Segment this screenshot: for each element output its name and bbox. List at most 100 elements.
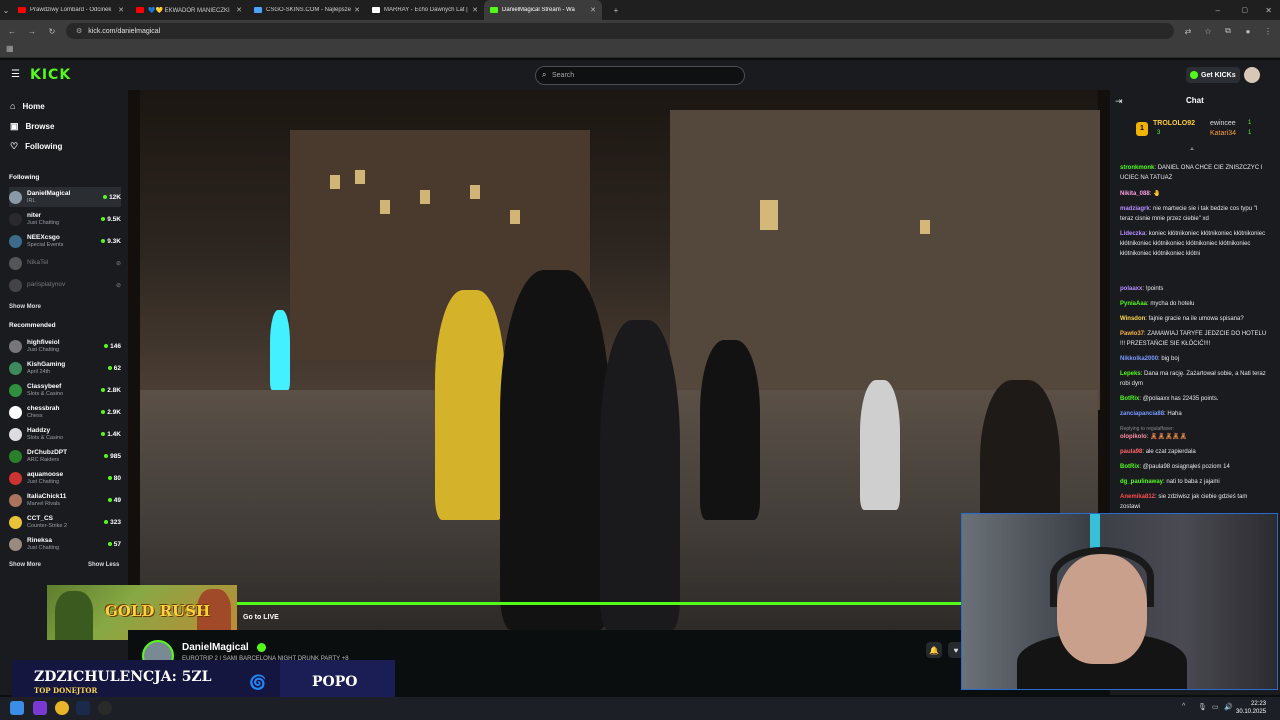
- sidebar-channel[interactable]: CCT_CS Counter-Strike 2 323: [9, 512, 121, 532]
- profile-icon[interactable]: ●: [1242, 27, 1254, 36]
- notification-bell-icon[interactable]: 🔔: [926, 642, 942, 658]
- forward-icon[interactable]: →: [26, 27, 38, 36]
- channel-category: Just Chatting: [27, 346, 60, 353]
- sidebar-channel[interactable]: DanielMagical IRL 12K: [9, 187, 121, 207]
- sidebar-channel[interactable]: Rineksa Just Chatting 57: [9, 534, 121, 554]
- chat-username[interactable]: madziagrk: [1120, 206, 1150, 212]
- tab-search-icon[interactable]: ⌄: [0, 6, 12, 15]
- kick-logo[interactable]: KICK: [30, 67, 71, 83]
- chat-username[interactable]: Anemika812: [1120, 494, 1155, 500]
- person-white-shirt: [860, 380, 900, 510]
- back-icon[interactable]: ←: [6, 27, 18, 36]
- chat-username[interactable]: BotRix: [1120, 464, 1139, 470]
- tab-close-icon[interactable]: ✕: [590, 6, 596, 14]
- show-more-recommended-button[interactable]: Show More: [9, 562, 41, 568]
- reload-icon[interactable]: ↻: [46, 27, 58, 36]
- chat-username[interactable]: Nikkolka2000: [1120, 356, 1158, 362]
- sidebar-nav-label: Browse: [25, 122, 55, 131]
- steam-taskbar-icon[interactable]: [76, 701, 90, 715]
- streamer-name[interactable]: DanielMagical: [182, 642, 249, 653]
- channel-avatar: [9, 537, 22, 551]
- sidebar-channel[interactable]: aquamoose Just Chatting 80: [9, 468, 121, 488]
- browser-tab[interactable]: CSGO-SKINS.COM - Najlepsze ✕: [248, 0, 366, 20]
- collapse-chat-icon[interactable]: ⇥: [1115, 96, 1123, 107]
- sidebar-channel[interactable]: ItaliaChick11 Marvel Rivals 49: [9, 490, 121, 510]
- site-info-icon[interactable]: ⚙: [76, 27, 82, 35]
- new-tab-button[interactable]: +: [610, 6, 622, 15]
- tab-favicon-icon: [254, 7, 262, 13]
- tab-close-icon[interactable]: ✕: [472, 6, 478, 14]
- sidebar-channel[interactable]: niter Just Chatting 9.5K: [9, 209, 121, 229]
- live-progress-bar[interactable]: [140, 602, 962, 605]
- gifter-3-name[interactable]: Katari34: [1210, 130, 1236, 137]
- chat-username[interactable]: Winsdon: [1120, 316, 1145, 322]
- search-input[interactable]: ⌕ Search: [535, 66, 745, 85]
- minimize-icon[interactable]: –: [1216, 6, 1220, 15]
- chat-username[interactable]: Lideczka: [1120, 231, 1145, 237]
- top-gifter-name[interactable]: TROLOLO92: [1153, 120, 1195, 127]
- chat-title: Chat: [1186, 96, 1204, 105]
- channel-category: Special Events: [27, 241, 64, 248]
- chat-username[interactable]: PyniaAaa: [1120, 301, 1147, 307]
- gifter-2-count: 1: [1248, 120, 1252, 126]
- sidebar-channel[interactable]: chessbrah Chess 2.9K: [9, 402, 121, 422]
- sidebar-nav-browse[interactable]: ▣ Browse: [10, 121, 54, 132]
- chat-username[interactable]: BotRix: [1120, 396, 1139, 402]
- get-kicks-button[interactable]: Get KICKs: [1186, 67, 1240, 83]
- tab-close-icon[interactable]: ✕: [236, 6, 242, 14]
- chat-username[interactable]: stronkmonk: [1120, 165, 1154, 171]
- sidebar-nav-home[interactable]: ⌂ Home: [10, 101, 45, 111]
- hamburger-menu-icon[interactable]: ☰: [11, 69, 20, 80]
- sidebar-channel[interactable]: KishGaming April 24th 62: [9, 358, 121, 378]
- gifter-2-name[interactable]: ewincee: [1210, 120, 1236, 127]
- taskbar-app-icon[interactable]: [33, 701, 47, 715]
- go-to-live-button[interactable]: Go to LIVE: [243, 614, 279, 621]
- close-window-icon[interactable]: ✕: [1265, 6, 1272, 15]
- browser-tab[interactable]: MARRAY - Echo Dawnych Lat | ✕: [366, 0, 484, 20]
- maximize-icon[interactable]: ▢: [1241, 6, 1248, 14]
- show-more-following-button[interactable]: Show More: [9, 304, 41, 310]
- extensions-icon[interactable]: ⧉: [1222, 26, 1234, 36]
- show-less-button[interactable]: Show Less: [88, 562, 119, 568]
- sidebar-channel[interactable]: NikaTel ⊘: [9, 253, 121, 273]
- browser-tab[interactable]: Prawdziwy Lombard - Odcinek ✕: [12, 0, 130, 20]
- network-icon[interactable]: ▭: [1212, 703, 1219, 711]
- sidebar-channel[interactable]: Haddzy Slots & Casino 1.4K: [9, 424, 121, 444]
- recommended-section-title: Recommended: [9, 322, 56, 329]
- chat-username[interactable]: Lepeks: [1120, 371, 1141, 377]
- browser-tab[interactable]: DanielMagical Stream - Wa ✕: [484, 0, 602, 20]
- expand-pinned-icon[interactable]: ⩡: [1190, 146, 1194, 154]
- sidebar-channel[interactable]: Classybeef Slots & Casino 2.8K: [9, 380, 121, 400]
- user-avatar[interactable]: [1244, 67, 1260, 83]
- viewer-count: 2.8K: [101, 387, 121, 394]
- apps-grid-icon[interactable]: ▦: [6, 44, 14, 53]
- sidebar-channel[interactable]: DrChubzDPT ARC Raiders 985: [9, 446, 121, 466]
- url-input[interactable]: ⚙ kick.com/danielmagical: [66, 23, 1174, 39]
- translate-icon[interactable]: ⇄: [1182, 27, 1194, 36]
- volume-icon[interactable]: 🔊: [1224, 703, 1233, 711]
- tab-close-icon[interactable]: ✕: [354, 6, 360, 14]
- chat-username[interactable]: paula98: [1120, 449, 1142, 455]
- chat-username[interactable]: Nikita_088: [1120, 191, 1150, 197]
- sidebar-channel[interactable]: parisplatynov ⊘: [9, 275, 121, 295]
- sidebar-channel[interactable]: highfiveiol Just Chatting 146: [9, 336, 121, 356]
- tray-chevron-icon[interactable]: ^: [1182, 703, 1185, 710]
- chat-text: @polaaxx has 22435 points.: [1142, 396, 1219, 402]
- chat-username[interactable]: zanciapancia88: [1120, 411, 1164, 417]
- chat-username[interactable]: polaaxx: [1120, 286, 1142, 292]
- chat-username[interactable]: Pawlo37: [1120, 331, 1144, 337]
- taskbar-clock[interactable]: 22:23 30.10.2025: [1236, 700, 1266, 716]
- browser-tab[interactable]: 💙💛 EKWADOR MANIECZKI ✕: [130, 0, 248, 20]
- taskbar-app-icon[interactable]: [98, 701, 112, 715]
- channel-category: Just Chatting: [27, 219, 60, 226]
- tab-close-icon[interactable]: ✕: [118, 6, 124, 14]
- bookmark-star-icon[interactable]: ☆: [1202, 27, 1214, 36]
- mic-icon[interactable]: 🎙: [1198, 703, 1207, 711]
- chat-username[interactable]: dg_paulinaway: [1120, 479, 1163, 485]
- chat-username[interactable]: olopikolo: [1120, 434, 1147, 440]
- menu-icon[interactable]: ⋮: [1262, 27, 1274, 36]
- chrome-taskbar-icon[interactable]: [55, 701, 69, 715]
- windows-start-icon[interactable]: [10, 701, 24, 715]
- sidebar-nav-following[interactable]: ♡ Following: [10, 141, 62, 152]
- sidebar-channel[interactable]: NEEXcsgo Special Events 9.3K: [9, 231, 121, 251]
